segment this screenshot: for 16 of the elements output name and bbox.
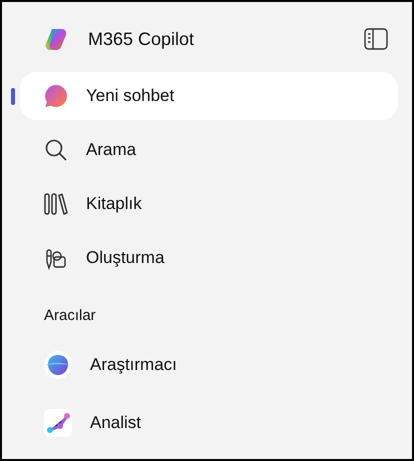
chat-bubble-icon [44,84,68,108]
nav-item[interactable]: Arama [20,126,398,174]
nav-item[interactable]: Oluşturma [20,234,398,282]
tool-item[interactable]: Analist [20,399,398,447]
chart-dots-icon [44,409,72,437]
nav-item[interactable]: Yeni sohbet [20,72,398,120]
app-title: M365 Copilot [88,28,196,50]
books-icon [44,192,68,216]
nav-item[interactable]: Kitaplık [20,180,398,228]
sidebar-toggle-button[interactable] [364,28,388,50]
planet-icon [44,351,72,379]
sidebar-panel-icon [364,28,388,50]
copilot-logo-icon [44,27,68,51]
search-icon [44,138,68,162]
section-heading: Aracılar [44,306,97,326]
tool-item[interactable]: Araştırmacı [20,341,398,389]
